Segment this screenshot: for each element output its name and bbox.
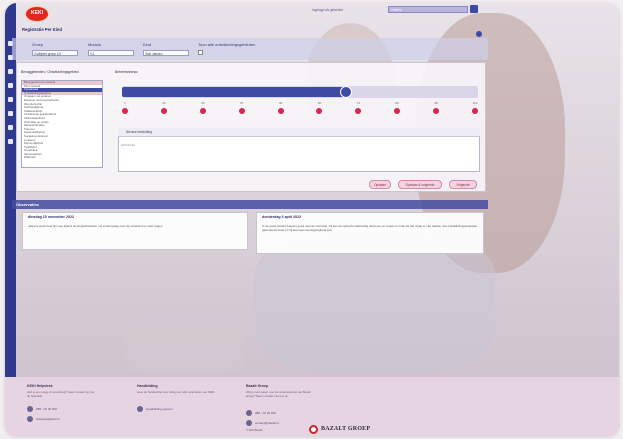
chart-icon[interactable] [8,69,13,74]
footer-copyright: © 2023 Bazalt [246,429,263,432]
scale-level-dot[interactable] [122,108,128,114]
footer-bazalt-title: Bazalt Groep [246,384,269,388]
group-label: Groep [32,42,44,47]
scale-level-dot[interactable] [277,108,284,114]
observation-date: donderdag 6 april 2022 [262,215,302,219]
child-label: Kind [143,42,152,47]
module-label: Module [88,42,102,47]
tree-label: Bevaggebieden / Ontwikkelingsgebied [21,70,79,74]
app-logo[interactable]: KEKI [25,6,49,22]
bazalt-brand-name: BAZALT GROEP [321,426,371,432]
footer-bazalt-text: Wil je meer weten over de ondersteuning … [246,390,311,398]
report-icon[interactable] [8,125,13,130]
footer-manual-title: Handleiding [137,384,158,388]
note-header[interactable]: Nieuwe toelichting [118,128,480,137]
background-photo-shape [125,303,245,373]
scale-tick-label: 25 [201,101,205,105]
scale-tick-label: 13 [162,101,166,105]
group-select[interactable]: Dolfijnen groep 1/2 [32,50,78,56]
development-area-list[interactable]: Bewegen/Groot-motoriek Fijn-motoriek Spraa… [21,80,103,168]
gear-icon[interactable] [8,111,13,116]
footer-manual-link[interactable]: Handleiding openen [146,407,173,411]
page-title: Registratie Per Kind [22,27,63,32]
export-icon[interactable] [8,139,13,144]
scale-tick-label: 62 [317,101,322,105]
show-all-label: Toon alle ontwikkelingsgebieden [198,42,256,47]
footer-manual-text: Lees de handleiding voor uitleg over all… [137,390,216,394]
scale-tick-label: 86 [395,101,399,105]
scale-tick-label: 98 [434,101,438,105]
phone-icon [27,406,33,412]
scale-tick-label: 37 [239,101,244,105]
save-next-button[interactable]: Opslaan & volgende [398,180,442,189]
mail-icon [27,416,33,422]
search-button[interactable] [470,5,478,13]
observation-date: dinsdag 15 november 2022 [28,215,74,219]
scale-tick-label: 74 [356,101,360,105]
footer-helpdesk-text: Heb je een vraag of opmerking? Neem cont… [27,390,95,398]
book-icon [137,406,143,412]
calendar-icon[interactable] [8,83,13,88]
background-photo-shape [255,233,495,373]
footer-bazalt-email[interactable]: contact@bazalt.nl [255,421,279,425]
search-input[interactable]: Zoeken [388,6,468,13]
mail-icon [246,420,252,426]
scale-fill [122,87,347,97]
scale-tick-label: 110 [472,101,478,105]
scale-tick-label: 49 [278,101,283,105]
footer-bazalt-phone[interactable]: 088 - 00 00 000 [255,411,276,415]
observation-text: Jaspers werkt heel fijn mee tijdens de k… [28,224,164,228]
scale-level-dot[interactable] [472,108,478,114]
observations-title: Observaties [12,200,488,209]
next-button[interactable]: Volgende [449,180,477,189]
child-select[interactable]: Bob Jansen [143,50,189,56]
document-icon[interactable] [8,97,13,102]
scale-level-dot[interactable] [160,108,167,114]
bazalt-logo-icon[interactable] [309,425,318,434]
help-icon[interactable] [476,31,482,37]
scale-tick-label: 1 [124,101,126,105]
footer-helpdesk-phone[interactable]: 088 - 00 00 000 [36,407,57,411]
tree-item[interactable]: Zelfbeeld [22,156,102,160]
observation-text: In de groep luistert Jaspers goed naar d… [262,224,477,233]
module-select[interactable]: K1 [88,50,134,56]
scale-label: Beheersniveau [115,70,138,74]
footer-helpdesk-title: KEKI Helpdesk [27,384,53,388]
account-text[interactable]: Ingelogd als gebruiker [312,8,343,12]
note-placeholder: Schrijf hier... [121,143,138,147]
scale-level-dot[interactable] [238,108,245,114]
scale-level-dot[interactable] [199,108,206,114]
show-all-checkbox[interactable] [198,50,203,55]
phone-icon [246,410,252,416]
save-button[interactable]: Opslaan [369,180,391,189]
footer-helpdesk-email[interactable]: helpdesk@keki.nl [36,417,60,421]
